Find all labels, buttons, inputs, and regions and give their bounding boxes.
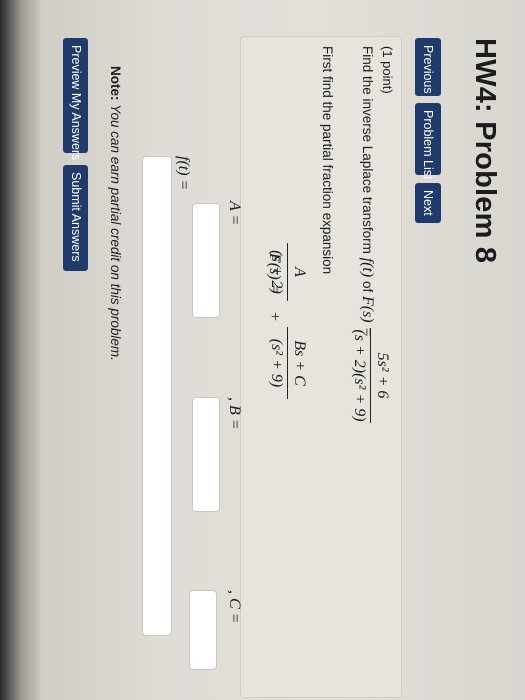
BC-fraction: Bs + C (s² + 9) bbox=[267, 327, 308, 399]
question-f-symbol: f(t) bbox=[359, 257, 376, 278]
B-label: , B = bbox=[226, 397, 243, 430]
A-label: A = bbox=[226, 201, 243, 226]
C-label: , C = bbox=[226, 590, 243, 624]
A-fraction: A (s + 2) bbox=[267, 243, 308, 301]
fraction-bar bbox=[287, 243, 288, 301]
A-answer-input[interactable] bbox=[192, 203, 220, 318]
BC-numerator: Bs + C bbox=[291, 340, 308, 386]
plus-sign: + bbox=[266, 312, 283, 322]
previous-button[interactable]: Previous bbox=[415, 38, 441, 96]
webwork-page: HW4: Problem 8 Previous Problem List Nex… bbox=[0, 0, 525, 700]
A-denominator: (s + 2) bbox=[268, 250, 285, 294]
note-label: Note: bbox=[108, 66, 123, 101]
page-title: HW4: Problem 8 bbox=[469, 38, 501, 264]
fraction-bar bbox=[370, 328, 371, 423]
A-numerator: A bbox=[291, 267, 308, 277]
preview-answers-button[interactable]: Preview My Answers bbox=[63, 38, 88, 160]
partial-credit-note: Note: You can earn partial credit on thi… bbox=[108, 66, 123, 361]
C-answer-input[interactable] bbox=[189, 590, 217, 670]
B-answer-input[interactable] bbox=[192, 397, 220, 512]
problem-list-button[interactable]: Problem List bbox=[415, 103, 441, 179]
question-text: Find the inverse Laplace transform bbox=[360, 46, 375, 254]
f-label: f(t) = bbox=[175, 156, 192, 191]
problem-question: Find the inverse Laplace transform f(t) … bbox=[358, 46, 376, 337]
F-denominator: (s + 2)(s² + 9) bbox=[351, 329, 368, 422]
BC-denominator: (s² + 9) bbox=[268, 338, 285, 388]
next-button[interactable]: Next bbox=[415, 183, 441, 223]
submit-answers-button[interactable]: Submit Answers bbox=[63, 165, 88, 271]
instruction-text: First find the partial fraction expansio… bbox=[320, 46, 335, 275]
note-text: You can earn partial credit on this prob… bbox=[108, 104, 123, 361]
problem-points: (1 point) bbox=[380, 46, 395, 94]
F-fraction: 5s² + 6 (s + 2)(s² + 9) bbox=[350, 328, 391, 423]
f-answer-input[interactable] bbox=[142, 156, 172, 636]
F-numerator: 5s² + 6 bbox=[374, 352, 391, 399]
question-of: of bbox=[360, 280, 375, 293]
fraction-bar bbox=[287, 327, 288, 399]
